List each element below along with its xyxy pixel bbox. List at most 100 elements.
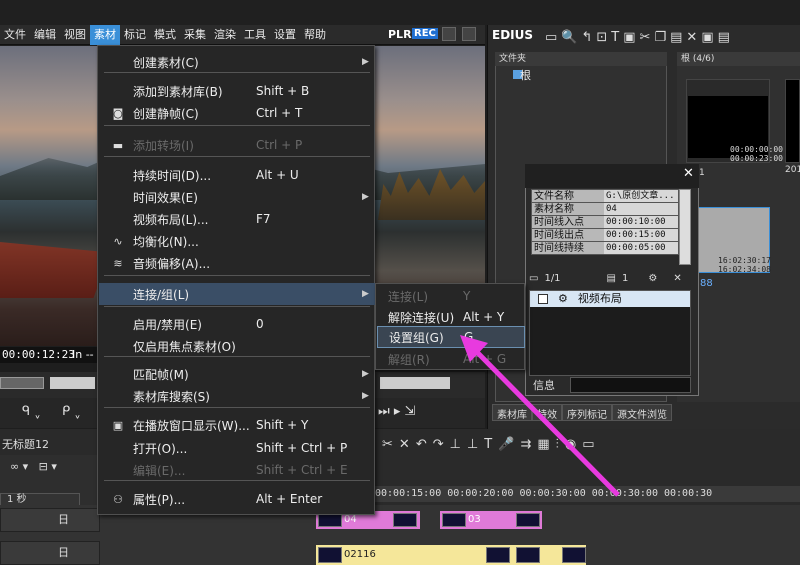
transition-icon: ▬: [112, 138, 124, 152]
bin-clip[interactable]: [785, 79, 800, 163]
seek-range[interactable]: [50, 377, 95, 389]
delete-icon[interactable]: ✕: [399, 437, 410, 452]
menu-item[interactable]: 添加到素材库(B) Shift + B: [99, 80, 375, 102]
menu-8[interactable]: 工具: [240, 25, 270, 45]
root-folder[interactable]: 根: [520, 67, 531, 83]
chevron-right-icon: ▶: [362, 192, 369, 202]
menu-item[interactable]: 创建素材(C) ▶: [99, 51, 375, 73]
info-value: G:\原创文章...: [604, 190, 678, 202]
menu-item[interactable]: 启用/禁用(E) 0: [99, 313, 375, 335]
search-icon[interactable]: 🔍: [561, 30, 577, 45]
mark-out-icon[interactable]: ᑭ ˬ: [62, 404, 81, 419]
link-icon[interactable]: ∞ ▾ ⊟ ▾: [10, 460, 57, 473]
up-icon[interactable]: ↰: [581, 30, 592, 45]
tab-effects[interactable]: 特效: [532, 404, 562, 421]
menu-item-icon-slot: [107, 459, 129, 481]
menu-item[interactable]: 仅启用焦点素材(O): [99, 335, 375, 357]
menu-item[interactable]: 视频布局(L)... F7: [99, 208, 375, 230]
color-icon[interactable]: ▣: [623, 30, 635, 45]
close-icon[interactable]: ✕: [683, 166, 694, 181]
menu-7[interactable]: 渲染: [210, 25, 240, 45]
menu-item[interactable]: ▣ 在播放窗口显示(W)... Shift + Y: [99, 414, 375, 436]
menu-2[interactable]: 视图: [60, 25, 90, 45]
tab-bin[interactable]: 素材库: [492, 404, 532, 421]
timeline-clip[interactable]: 02116: [316, 545, 586, 565]
menu-item[interactable]: 匹配帧(M) ▶: [99, 363, 375, 385]
record-icon[interactable]: ◉: [565, 437, 576, 452]
rec-label[interactable]: REC: [412, 28, 438, 39]
mark-in-icon[interactable]: ᑫ ˬ: [22, 404, 41, 419]
output-icon[interactable]: ⇉: [520, 437, 531, 452]
mixer-icon[interactable]: ⫶: [556, 437, 559, 452]
menu-item[interactable]: ◙ 创建静帧(C) Ctrl + T: [99, 102, 375, 124]
track-label[interactable]: 日: [0, 541, 100, 565]
window-close-button[interactable]: [462, 27, 476, 41]
menu-separator: [104, 306, 370, 307]
timeline-toolbar: ✂ ✕ ↶ ↷ ⊥ ⊥ T 🎤 ⇉ ▦ ⫶ ◉ ▭: [378, 432, 800, 456]
menu-item-label: 在播放窗口显示(W)...: [133, 418, 250, 433]
menu-item[interactable]: 连接/组(L) ▶: [99, 283, 375, 305]
copy-icon[interactable]: ❐: [654, 30, 666, 45]
menu-item-label: 音频偏移(A)...: [133, 256, 211, 271]
menu-item[interactable]: 时间效果(E) ▶: [99, 186, 375, 208]
checkbox-icon[interactable]: [538, 294, 548, 304]
submenu-item[interactable]: 解除连接(U) Alt + Y: [377, 306, 525, 328]
info-scrollbar[interactable]: [679, 189, 691, 265]
tab-source-browser[interactable]: 源文件浏览: [612, 404, 672, 421]
submenu-item-label: 解组(R): [388, 352, 430, 367]
chevron-right-icon: ▶: [362, 289, 369, 299]
seek-range-right[interactable]: [380, 377, 450, 389]
seek-handle[interactable]: [0, 377, 44, 389]
delete-icon[interactable]: ✕: [673, 273, 681, 284]
timeline-ruler[interactable]: 00:00:15:00 00:00:20:00 00:00:30:00 00:0…: [375, 486, 800, 502]
cut-icon[interactable]: ✂: [640, 30, 651, 45]
menu-item-label: 视频布局(L)...: [133, 212, 209, 227]
menu-3[interactable]: 素材: [90, 24, 120, 45]
marker-icon[interactable]: ⊥: [450, 437, 461, 452]
folder-icon[interactable]: ▭: [545, 30, 557, 45]
screen-icon[interactable]: ▭: [582, 437, 594, 452]
menu-item[interactable]: 素材库搜索(S) ▶: [99, 385, 375, 407]
redo-icon[interactable]: ↷: [433, 437, 444, 452]
menu-1[interactable]: 编辑: [30, 25, 60, 45]
menu-5[interactable]: 模式: [150, 25, 180, 45]
menu-item[interactable]: 持续时间(D)... Alt + U: [99, 164, 375, 186]
menu-10[interactable]: 帮助: [300, 25, 330, 45]
view-icon[interactable]: ▤: [718, 30, 730, 45]
properties-icon[interactable]: ▣: [701, 30, 713, 45]
effect-icon[interactable]: ⚙: [648, 273, 657, 284]
mic-icon[interactable]: 🎤: [498, 437, 514, 452]
undo-icon[interactable]: ↶: [416, 437, 427, 452]
info-effect-item[interactable]: ⚙ 视频布局: [530, 291, 690, 307]
text-icon[interactable]: T: [484, 437, 492, 452]
clip-thumbnail: [486, 547, 510, 563]
menu-6[interactable]: 采集: [180, 25, 210, 45]
clip-out-time: 00:00:23:00: [730, 154, 783, 163]
menu-item: 编辑(E)... Shift + Ctrl + E: [99, 459, 375, 481]
insert-icon[interactable]: ⏭ ▸ ⇲: [378, 404, 415, 419]
audio-offset-icon: ≋: [113, 256, 123, 270]
menu-9[interactable]: 设置: [270, 25, 300, 45]
ripple-icon[interactable]: ⊥: [467, 437, 478, 452]
menu-separator: [104, 275, 370, 276]
menu-item[interactable]: ∿ 均衡化(N)...: [99, 230, 375, 252]
tab-markers[interactable]: 序列标记: [562, 404, 612, 421]
menu-item[interactable]: ⚇ 属性(P)... Alt + Enter: [99, 488, 375, 510]
menu-0[interactable]: 文件: [0, 25, 30, 45]
window-restore-button[interactable]: [442, 27, 456, 41]
menu-item[interactable]: 打开(O)... Shift + Ctrl + P: [99, 437, 375, 459]
menu-item[interactable]: ≋ 音频偏移(A)...: [99, 252, 375, 274]
track-label[interactable]: 日: [0, 508, 100, 532]
delete-icon[interactable]: ✕: [686, 30, 697, 45]
open-icon[interactable]: ⊡: [596, 30, 607, 45]
text-icon[interactable]: T: [611, 30, 619, 45]
paste-icon[interactable]: ▤: [670, 30, 682, 45]
menu-4[interactable]: 标记: [120, 25, 150, 45]
info-effect-label: 视频布局: [577, 292, 622, 305]
info-value: 00:00:15:00: [604, 229, 678, 241]
clip-thumbnail: [516, 547, 540, 563]
grid-icon[interactable]: ▦: [537, 437, 549, 452]
menu-item-shortcut: Alt + Enter: [256, 492, 323, 506]
submenu-item[interactable]: 设置组(G) G: [377, 326, 525, 348]
cut-icon[interactable]: ✂: [382, 437, 393, 452]
